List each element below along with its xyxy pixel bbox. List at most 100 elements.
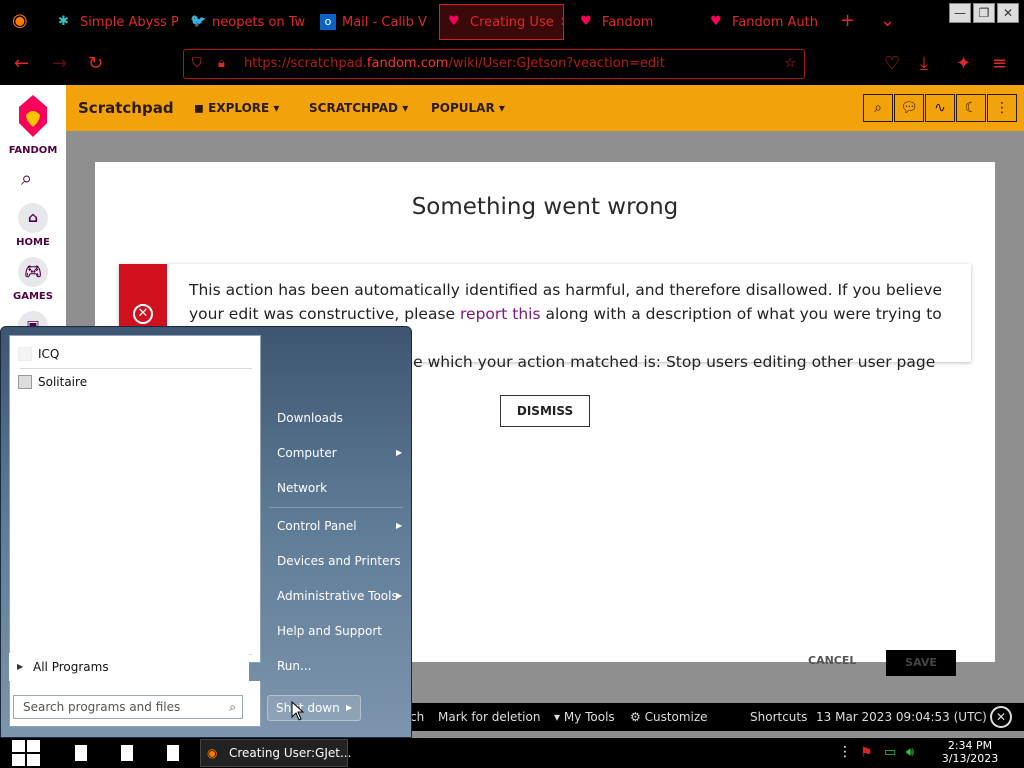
start-item-run[interactable]: Run...: [277, 659, 311, 673]
speaker-volume-icon[interactable]: 🔊︎: [906, 745, 914, 760]
dialog-title: Something went wrong: [411, 194, 679, 220]
forward-arrow-icon[interactable]: →: [52, 54, 67, 74]
fandom-logo-icon[interactable]: [15, 93, 51, 139]
search-icon[interactable]: ⌕: [21, 166, 32, 190]
shutdown-label: Shut down: [276, 701, 340, 715]
mark-for-deletion-link[interactable]: Mark for deletion: [438, 710, 540, 724]
action-center-flag-icon[interactable]: ⚑: [860, 745, 873, 761]
kebab-menu-icon: ⋮: [995, 100, 1009, 116]
tab-fandom-auth[interactable]: ♥ Fandom Auth: [702, 4, 830, 40]
download-icon[interactable]: ⤓: [920, 54, 928, 74]
close-window-button[interactable]: ✕: [997, 3, 1019, 23]
wiki-header: Scratchpad ◼ EXPLORE ▾ SCRATCHPAD ▾ POPU…: [66, 85, 1024, 131]
tab-outlook-mail[interactable]: o Mail - Calib V: [312, 4, 436, 40]
triangle-right-icon: ▶: [17, 662, 24, 671]
close-tab-icon[interactable]: ✕: [560, 15, 563, 30]
magnifier-icon[interactable]: ⌕: [229, 696, 236, 718]
list-tabs-chevron-down-icon[interactable]: ⌄: [880, 11, 895, 31]
bookmark-star-icon[interactable]: ☆: [784, 50, 796, 78]
tab-fandom[interactable]: ♥ Fandom: [572, 4, 696, 40]
start-item-control-panel[interactable]: Control Panel: [277, 519, 357, 533]
tray-overflow-icon[interactable]: ⋮: [838, 744, 852, 760]
search-icon: ⌕: [874, 100, 882, 116]
gear-icon: ⚙: [630, 710, 645, 724]
all-programs-label: All Programs: [33, 660, 109, 674]
tab-label: Fandom: [602, 14, 654, 30]
shutdown-options-arrow-icon[interactable]: ▶: [346, 696, 352, 720]
url-prefix: https://scratchpad.: [244, 56, 367, 71]
my-tools-label: My Tools: [563, 710, 615, 724]
firefox-icon[interactable]: ◉: [12, 11, 28, 31]
taskbar: ◉ Creating User:GJet... ⋮ ⚑ ▭ 🔊︎ 2:34 PM…: [0, 738, 1024, 768]
fandom-toolbar: ch Mark for deletion ▾ My Tools ⚙ Custom…: [410, 703, 1024, 731]
url-bar[interactable]: ⛉ 🔒︎ https://scratchpad.fandom.com/wiki/…: [183, 49, 805, 79]
gamepad-icon: 🎮︎: [18, 257, 48, 287]
outlook-icon: o: [320, 14, 336, 30]
moon-icon: ☾: [964, 100, 978, 116]
nav-scratchpad[interactable]: SCRATCHPAD ▾: [309, 101, 408, 115]
shortcuts-link[interactable]: Shortcuts: [750, 710, 807, 724]
program-icq[interactable]: ICQ: [14, 342, 258, 366]
dark-mode-button[interactable]: ☾: [956, 94, 986, 122]
pinned-document-icon[interactable]: [75, 745, 87, 761]
more-options-button[interactable]: ⋮: [987, 94, 1017, 122]
sidebar-item-label: HOME: [16, 237, 50, 248]
start-menu-programs-pane: ICQ Solitaire: [9, 335, 261, 663]
tab-simple-abyss[interactable]: ✱ Simple Abyss P: [50, 4, 178, 40]
dismiss-button[interactable]: DISMISS: [500, 395, 590, 427]
close-toolbar-icon[interactable]: ✕: [990, 706, 1012, 728]
all-programs-button[interactable]: ▶ All Programs: [9, 653, 249, 681]
menu-hamburger-icon[interactable]: ≡: [992, 54, 1007, 74]
editor-footer: CANCEL SAVE: [800, 650, 970, 678]
tab-label: Creating Use: [470, 14, 554, 30]
discussions-button[interactable]: 💬︎: [894, 94, 924, 122]
start-item-devices-printers[interactable]: Devices and Printers: [277, 554, 401, 568]
start-item-network[interactable]: Network: [277, 481, 327, 495]
customize-label: Customize: [644, 710, 708, 724]
back-arrow-icon[interactable]: ←: [14, 54, 29, 74]
tab-creating-user[interactable]: ♥ Creating Use ✕: [439, 4, 564, 40]
program-solitaire[interactable]: Solitaire: [14, 370, 258, 394]
nav-popular[interactable]: POPULAR ▾: [431, 101, 505, 115]
restore-button[interactable]: ❐: [973, 3, 995, 23]
nav-explore[interactable]: ◼ EXPLORE ▾: [194, 101, 279, 115]
pinned-document-icon[interactable]: [167, 745, 179, 761]
lock-icon[interactable]: 🔒︎: [218, 50, 225, 78]
network-monitor-icon[interactable]: ▭: [884, 745, 896, 760]
nav-label: POPULAR: [431, 101, 495, 115]
cancel-button[interactable]: CANCEL: [808, 654, 856, 667]
report-this-link[interactable]: report this: [460, 305, 541, 323]
sidebar-item-games[interactable]: 🎮︎ GAMES: [0, 257, 66, 302]
pinned-document-icon[interactable]: [121, 745, 133, 761]
toolbar-item[interactable]: ch: [410, 710, 424, 724]
sidebar-item-label: GAMES: [13, 291, 53, 302]
activity-button[interactable]: ∿: [925, 94, 955, 122]
search-button[interactable]: ⌕: [863, 94, 893, 122]
taskbar-firefox-window[interactable]: ◉ Creating User:GJet...: [200, 739, 351, 767]
pocket-icon[interactable]: ♡: [884, 54, 900, 74]
save-button[interactable]: SAVE: [886, 650, 956, 676]
my-tools-menu[interactable]: ▾ My Tools: [554, 710, 615, 724]
clock-time: 2:34 PM: [947, 739, 993, 752]
new-tab-icon[interactable]: +: [840, 11, 855, 31]
windows-start-icon[interactable]: [10, 738, 42, 768]
system-clock[interactable]: 2:34 PM 3/13/2023: [940, 739, 1000, 765]
error-x-icon: ✕: [133, 304, 153, 324]
customize-link[interactable]: ⚙ Customize: [630, 710, 708, 724]
activity-pulse-icon: ∿: [934, 100, 946, 116]
tab-twitter[interactable]: 🐦 neopets on Tw: [182, 4, 310, 40]
start-item-downloads[interactable]: Downloads: [277, 411, 343, 425]
extensions-icon[interactable]: ✦: [956, 54, 971, 74]
shield-icon[interactable]: ⛉: [192, 50, 202, 78]
start-item-computer[interactable]: Computer: [277, 446, 337, 460]
minimize-button[interactable]: —: [949, 3, 971, 23]
start-item-admin-tools[interactable]: Administrative Tools: [277, 589, 398, 603]
shutdown-button[interactable]: Shut down ▶: [267, 695, 361, 721]
sidebar-item-home[interactable]: ⌂ HOME: [0, 203, 66, 248]
reload-icon[interactable]: ↻: [88, 54, 103, 74]
start-item-help-support[interactable]: Help and Support: [277, 624, 382, 638]
url-domain: fandom.com: [366, 56, 449, 71]
submenu-arrow-icon: ▶: [396, 591, 403, 600]
start-search-input[interactable]: Search programs and files ⌕: [13, 695, 243, 719]
wiki-name[interactable]: Scratchpad: [78, 99, 174, 117]
